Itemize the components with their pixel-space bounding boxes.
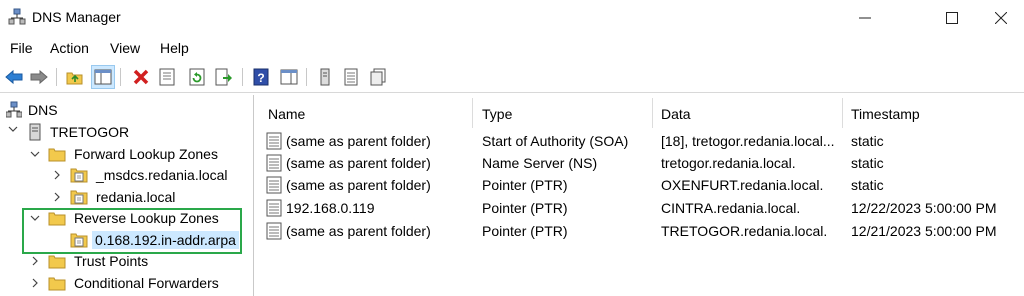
column-divider[interactable]	[842, 98, 843, 128]
record-data: OXENFURT.redania.local.	[661, 177, 824, 193]
tree-label-server: TRETOGOR	[50, 124, 130, 140]
menu-action[interactable]: Action	[50, 40, 89, 56]
title-bar: DNS Manager	[0, 0, 1024, 36]
column-divider[interactable]	[472, 98, 473, 128]
record-timestamp: 12/21/2023 5:00:00 PM	[851, 223, 997, 239]
tree-item-zone[interactable]: redania.local	[70, 186, 175, 208]
table-row[interactable]: (same as parent folder)	[266, 152, 431, 174]
record-data: tretogor.redania.local.	[661, 155, 796, 171]
tree-item-server[interactable]: TRETOGOR	[28, 121, 129, 143]
table-row[interactable]: (same as parent folder)	[266, 130, 431, 152]
forward-icon[interactable]	[28, 66, 50, 88]
toolbar: ?	[0, 62, 1024, 93]
record-data: CINTRA.redania.local.	[661, 200, 801, 216]
record-data: TRETOGOR.redania.local.	[661, 223, 828, 239]
record-name: (same as parent folder)	[286, 223, 431, 239]
action-pane-icon[interactable]	[278, 66, 300, 88]
record-name: (same as parent folder)	[286, 155, 431, 171]
record-type: Name Server (NS)	[482, 155, 598, 171]
dns-icon	[5, 101, 23, 119]
export-icon[interactable]	[213, 66, 235, 88]
tree-item-zone[interactable]: _msdcs.redania.local	[70, 164, 228, 186]
zone-icon	[70, 166, 88, 184]
minimize-button[interactable]	[842, 0, 888, 36]
tree-label-forward-lookup-zones: Forward Lookup Zones	[74, 146, 218, 162]
record-type: Start of Authority (SOA)	[482, 133, 629, 149]
properties-icon[interactable]	[156, 66, 178, 88]
server-icon[interactable]	[314, 66, 336, 88]
dns-app-icon	[8, 8, 26, 26]
record-name: 192.168.0.119	[286, 200, 375, 216]
column-header-type[interactable]: Type	[482, 100, 512, 128]
table-row[interactable]: (same as parent folder)	[266, 174, 431, 196]
record-icon	[266, 154, 282, 172]
chevron-right-icon[interactable]	[30, 278, 40, 288]
record-data: [18], tretogor.redania.local...	[661, 133, 835, 149]
list-icon[interactable]	[340, 66, 362, 88]
tree-label-dns: DNS	[28, 102, 58, 118]
up-folder-icon[interactable]	[64, 66, 86, 88]
tree-label-trust-points: Trust Points	[74, 253, 149, 269]
record-icon	[266, 132, 282, 150]
toolbar-separator	[120, 68, 121, 86]
menu-help[interactable]: Help	[160, 40, 189, 56]
menu-file[interactable]: File	[10, 40, 33, 56]
record-timestamp: static	[851, 133, 884, 149]
copy-icon[interactable]	[367, 66, 389, 88]
record-name: (same as parent folder)	[286, 133, 431, 149]
tree-label-zone: _msdcs.redania.local	[96, 167, 228, 183]
column-header-data[interactable]: Data	[661, 100, 691, 128]
tree-item-conditional-forwarders[interactable]: Conditional Forwarders	[48, 272, 219, 294]
toolbar-separator	[242, 68, 243, 86]
chevron-right-icon[interactable]	[52, 192, 62, 202]
svg-text:?: ?	[257, 71, 264, 85]
folder-icon	[48, 253, 66, 269]
record-icon	[266, 199, 282, 217]
maximize-button[interactable]	[929, 0, 975, 36]
table-row[interactable]: (same as parent folder)	[266, 220, 431, 242]
help-icon[interactable]: ?	[250, 66, 272, 88]
tree-label-zone: redania.local	[96, 189, 176, 205]
table-row[interactable]: 192.168.0.119	[266, 197, 375, 219]
tree-item-dns[interactable]: DNS	[5, 99, 58, 121]
folder-icon	[48, 275, 66, 291]
highlight-box	[22, 208, 242, 254]
record-icon	[266, 222, 282, 240]
record-icon	[266, 176, 282, 194]
record-type: Pointer (PTR)	[482, 200, 568, 216]
column-header-timestamp[interactable]: Timestamp	[851, 100, 920, 128]
column-header-name[interactable]: Name	[268, 100, 305, 128]
chevron-down-icon[interactable]	[30, 149, 40, 159]
folder-icon	[48, 146, 66, 162]
record-type: Pointer (PTR)	[482, 177, 568, 193]
delete-icon[interactable]	[130, 66, 152, 88]
record-timestamp: 12/22/2023 5:00:00 PM	[851, 200, 997, 216]
record-type: Pointer (PTR)	[482, 223, 568, 239]
tree-item-forward-lookup-zones[interactable]: Forward Lookup Zones	[48, 143, 218, 165]
chevron-down-icon[interactable]	[8, 124, 18, 134]
menu-view[interactable]: View	[110, 40, 140, 56]
menu-bar: File Action View Help	[0, 36, 1024, 62]
refresh-icon[interactable]	[186, 66, 208, 88]
tree-item-trust-points[interactable]: Trust Points	[48, 250, 148, 272]
toolbar-separator	[56, 68, 57, 86]
record-name: (same as parent folder)	[286, 177, 431, 193]
show-hide-tree-icon[interactable]	[91, 65, 115, 89]
record-timestamp: static	[851, 155, 884, 171]
chevron-right-icon[interactable]	[30, 256, 40, 266]
close-button[interactable]	[978, 0, 1024, 36]
tree-label-conditional-forwarders: Conditional Forwarders	[74, 275, 219, 291]
window-title: DNS Manager	[32, 9, 121, 25]
toolbar-separator	[306, 68, 307, 86]
back-icon[interactable]	[3, 66, 25, 88]
record-timestamp: static	[851, 177, 884, 193]
column-divider[interactable]	[652, 98, 653, 128]
server-icon	[28, 123, 42, 141]
zone-icon	[70, 188, 88, 206]
chevron-right-icon[interactable]	[52, 170, 62, 180]
